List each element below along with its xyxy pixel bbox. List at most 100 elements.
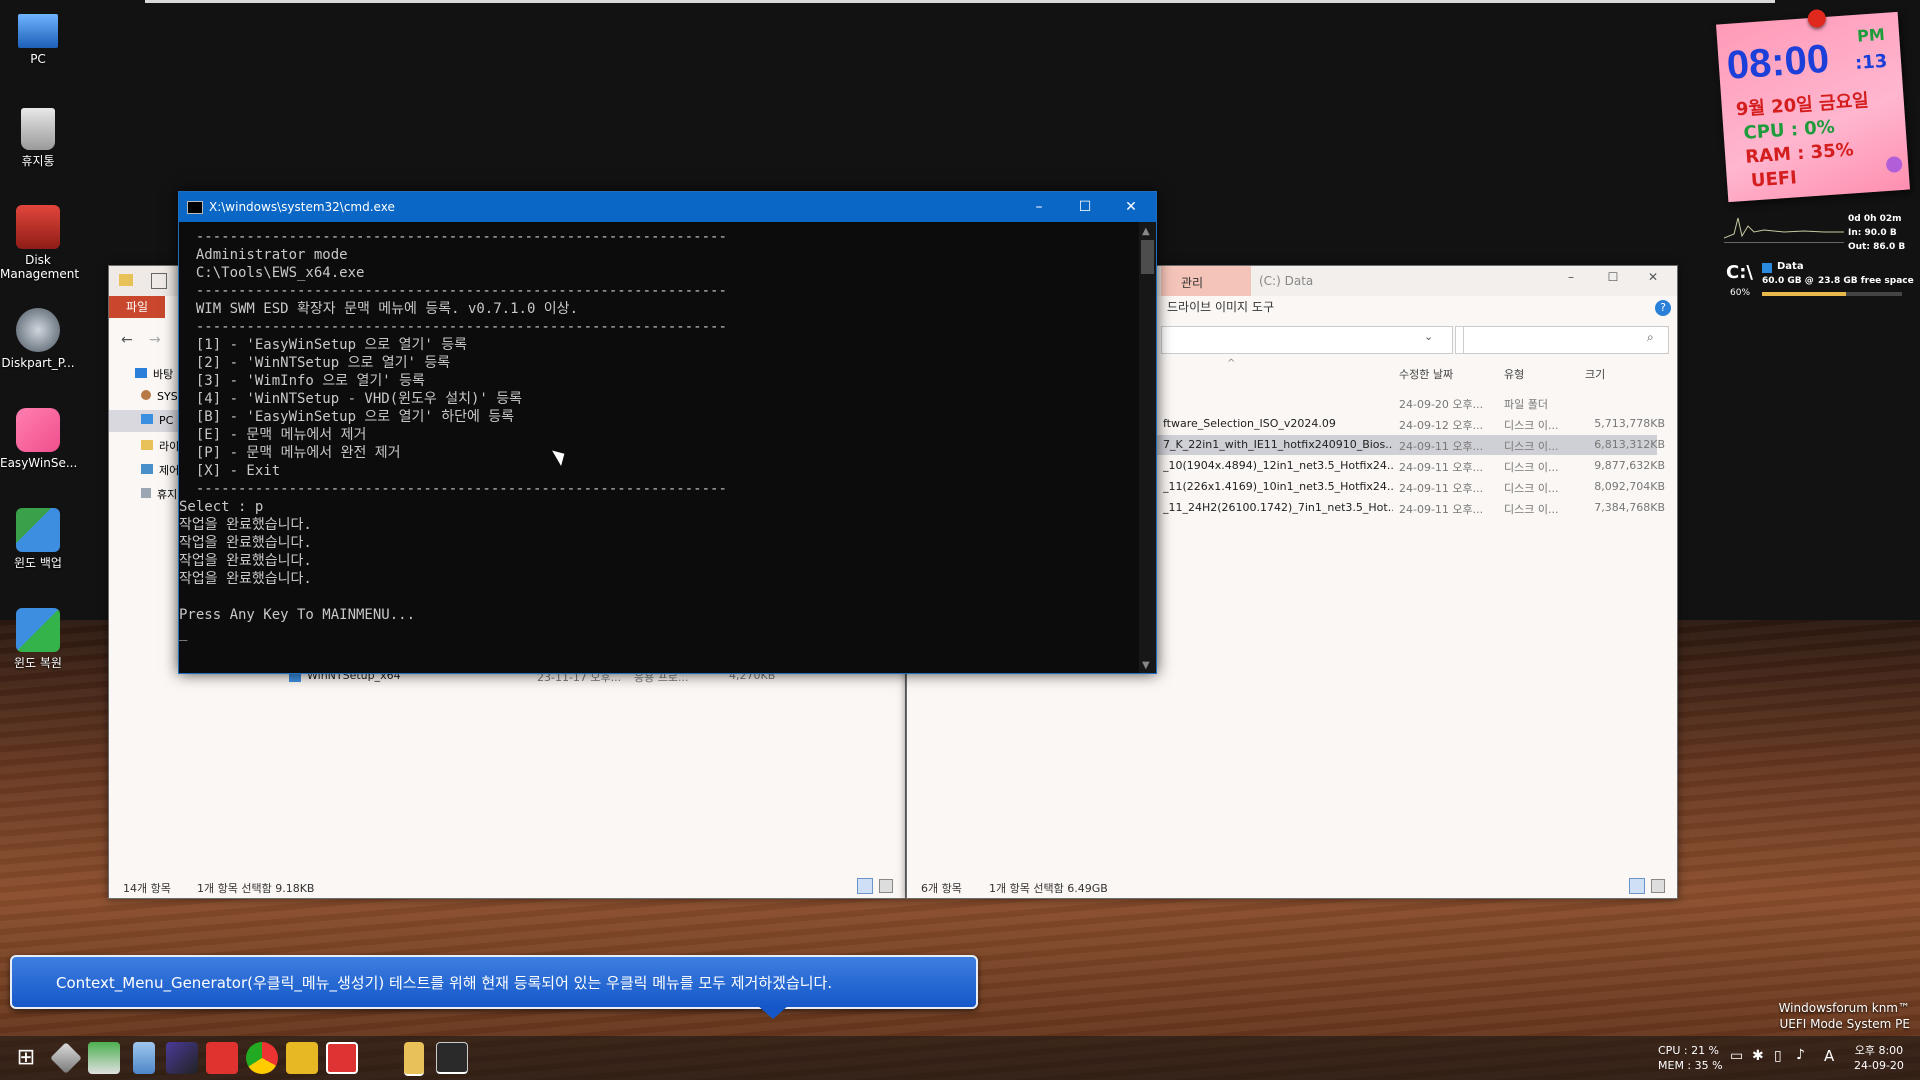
file-explorer-taskbar-icon[interactable] bbox=[404, 1042, 424, 1076]
scroll-up-icon[interactable]: ▲ bbox=[1142, 226, 1150, 237]
desktop-icon-disk-management[interactable]: Disk Management bbox=[0, 205, 79, 281]
details-view-icon[interactable] bbox=[857, 878, 873, 894]
volume-tray-icon[interactable]: ♪ bbox=[1796, 1047, 1805, 1063]
column-size[interactable]: 크기 bbox=[1585, 366, 1605, 382]
back-arrow-icon[interactable]: ← bbox=[121, 332, 133, 348]
drive-tool-icon[interactable] bbox=[133, 1042, 155, 1074]
control-panel-icon bbox=[141, 464, 153, 474]
tiles-view-icon[interactable] bbox=[1651, 879, 1665, 893]
column-type[interactable]: 유형 bbox=[1504, 366, 1524, 382]
console-line: [P] - 문맥 메뉴에서 완전 제거 bbox=[179, 445, 401, 461]
maximize-button[interactable]: ☐ bbox=[1065, 196, 1105, 218]
user-icon bbox=[141, 390, 151, 400]
backup-icon bbox=[16, 508, 60, 552]
tool-icon[interactable] bbox=[50, 1042, 82, 1074]
console-line: _ bbox=[179, 625, 188, 641]
table-row[interactable]: _11(226x1.4169)_10in1_net3.5_Hotfix24...… bbox=[1157, 477, 1665, 497]
folder-icon bbox=[119, 274, 133, 286]
console-line: Administrator mode bbox=[179, 247, 348, 263]
power-icon[interactable] bbox=[326, 1042, 358, 1074]
console-line: 작업을 완료했습니다. bbox=[179, 535, 312, 551]
taskbar: ⊞ CPU : 21 % MEM : 35 % ▭ ✱ ▯ ♪ A 오후 8:0… bbox=[0, 1036, 1920, 1080]
console-output[interactable]: ----------------------------------------… bbox=[179, 222, 1139, 673]
desktop-icon-backup[interactable]: 윈도 백업 bbox=[0, 508, 76, 570]
console-line: C:\Tools\EWS_x64.exe bbox=[179, 265, 365, 281]
console-line: ----------------------------------------… bbox=[179, 481, 727, 497]
clock-system-widget: 08:00 PM :13 9월 20일 금요일 CPU : 0% RAM : 3… bbox=[1716, 8, 1910, 203]
close-button[interactable]: ✕ bbox=[1111, 196, 1151, 218]
recycle-bin-icon bbox=[21, 108, 55, 150]
details-view-icon[interactable] bbox=[1629, 878, 1645, 894]
usb-tray-icon[interactable]: ▯ bbox=[1774, 1048, 1782, 1064]
console-line: [1] - 'EasyWinSetup 으로 열기' 등록 bbox=[179, 337, 467, 353]
cmd-titlebar[interactable]: X:\windows\system32\cmd.exe – ☐ ✕ bbox=[179, 192, 1156, 222]
drive-usage-fill bbox=[1762, 292, 1846, 296]
scrollbar[interactable]: ▲ ▼ bbox=[1139, 222, 1156, 673]
table-row-selected[interactable]: 7_K_22in1_with_IE11_hotfix240910_Bios...… bbox=[1157, 435, 1665, 455]
console-line: Press Any Key To MAINMENU... bbox=[179, 607, 416, 623]
network-tool-icon[interactable] bbox=[88, 1042, 120, 1074]
console-line: [3] - 'WimInfo 으로 열기' 등록 bbox=[179, 373, 425, 389]
hard-disk-icon bbox=[16, 308, 60, 352]
network-graph-line bbox=[1723, 217, 1844, 239]
cmd-icon bbox=[187, 201, 203, 214]
folder-sync-icon[interactable] bbox=[286, 1042, 318, 1074]
console-line: [X] - Exit bbox=[179, 463, 281, 479]
chevron-down-icon[interactable]: ⌄ bbox=[1424, 330, 1433, 343]
table-row[interactable]: 24-09-20 오후... 파일 폴더 bbox=[1157, 393, 1657, 413]
console-line: ----------------------------------------… bbox=[179, 229, 727, 245]
forward-arrow-icon[interactable]: → bbox=[149, 332, 161, 348]
media-icon[interactable] bbox=[166, 1042, 198, 1074]
close-button[interactable]: ✕ bbox=[1639, 270, 1667, 292]
status-bar: 6개 항목 1개 항목 선택함 6.49GB bbox=[907, 874, 1677, 898]
library-icon bbox=[141, 440, 153, 450]
help-icon[interactable]: ? bbox=[1655, 300, 1671, 316]
ribbon-drive-image-tools[interactable]: 드라이브 이미지 도구 bbox=[1161, 296, 1287, 318]
desktop-icon-restore[interactable]: 윈도 복원 bbox=[0, 608, 76, 670]
console-line: ----------------------------------------… bbox=[179, 283, 727, 299]
desktop-folder-icon bbox=[135, 368, 147, 378]
scrollbar-thumb[interactable] bbox=[1141, 240, 1154, 274]
bluetooth-tray-icon[interactable]: ✱ bbox=[1752, 1048, 1764, 1064]
chrome-icon[interactable] bbox=[246, 1042, 278, 1074]
info-icon bbox=[1885, 155, 1903, 174]
desktop-icon-recycle-bin[interactable]: 휴지통 bbox=[0, 108, 76, 168]
table-row[interactable]: ftware_Selection_ISO_v2024.09 24-09-12 오… bbox=[1157, 414, 1665, 434]
computer-icon bbox=[18, 14, 58, 48]
pc-icon bbox=[141, 414, 153, 424]
console-line: ----------------------------------------… bbox=[179, 319, 727, 335]
minimize-button[interactable]: – bbox=[1019, 196, 1059, 218]
network-tray-icon[interactable]: ▭ bbox=[1730, 1048, 1743, 1064]
start-button[interactable]: ⊞ bbox=[10, 1042, 42, 1074]
console-line: [4] - 'WinNTSetup - VHD(윈도우 설치)' 등록 bbox=[179, 391, 523, 407]
ribbon-file-tab[interactable]: 파일 bbox=[109, 296, 165, 318]
scroll-down-icon[interactable]: ▼ bbox=[1142, 660, 1150, 671]
desktop-icon-diskpart[interactable]: Diskpart_P... bbox=[0, 308, 76, 370]
search-input[interactable] bbox=[1463, 326, 1669, 354]
tab-manage[interactable]: 관리 bbox=[1161, 266, 1251, 296]
remote-tool-icon[interactable] bbox=[206, 1042, 238, 1074]
minimize-button[interactable]: – bbox=[1557, 270, 1585, 292]
tiles-view-icon[interactable] bbox=[879, 879, 893, 893]
column-date[interactable]: 수정한 날짜 bbox=[1399, 366, 1453, 382]
drive-percent: 60% bbox=[1730, 288, 1751, 298]
sort-arrow-icon: ^ bbox=[1227, 358, 1236, 369]
cmd-taskbar-icon[interactable] bbox=[436, 1042, 468, 1074]
desktop-icon-pc[interactable]: PC bbox=[0, 10, 76, 66]
maximize-button[interactable]: ☐ bbox=[1599, 270, 1627, 292]
windows-logo-icon bbox=[16, 408, 60, 452]
clock[interactable]: 오후 8:00 24-09-20 bbox=[1854, 1043, 1904, 1073]
pushpin-icon bbox=[1807, 8, 1827, 29]
console-line: [B] - 'EasyWinSetup 으로 열기' 하단에 등록 bbox=[179, 409, 515, 425]
table-row[interactable]: _11_24H2(26100.1742)_7in1_net3.5_Hot... … bbox=[1157, 498, 1665, 518]
address-bar[interactable] bbox=[1161, 326, 1453, 354]
console-line: [E] - 문맥 메뉴에서 제거 bbox=[179, 427, 367, 443]
table-row[interactable]: _10(1904x.4894)_12in1_net3.5_Hotfix24...… bbox=[1157, 456, 1665, 476]
recycle-bin-small-icon bbox=[141, 488, 151, 498]
ime-indicator[interactable]: A bbox=[1824, 1047, 1834, 1065]
cmd-window[interactable]: X:\windows\system32\cmd.exe – ☐ ✕ ------… bbox=[178, 191, 1157, 674]
top-bar bbox=[145, 0, 1775, 3]
network-graph bbox=[1723, 208, 1844, 243]
restore-icon bbox=[16, 608, 60, 652]
desktop-icon-easywinsetup[interactable]: EasyWinSe... bbox=[0, 408, 77, 470]
